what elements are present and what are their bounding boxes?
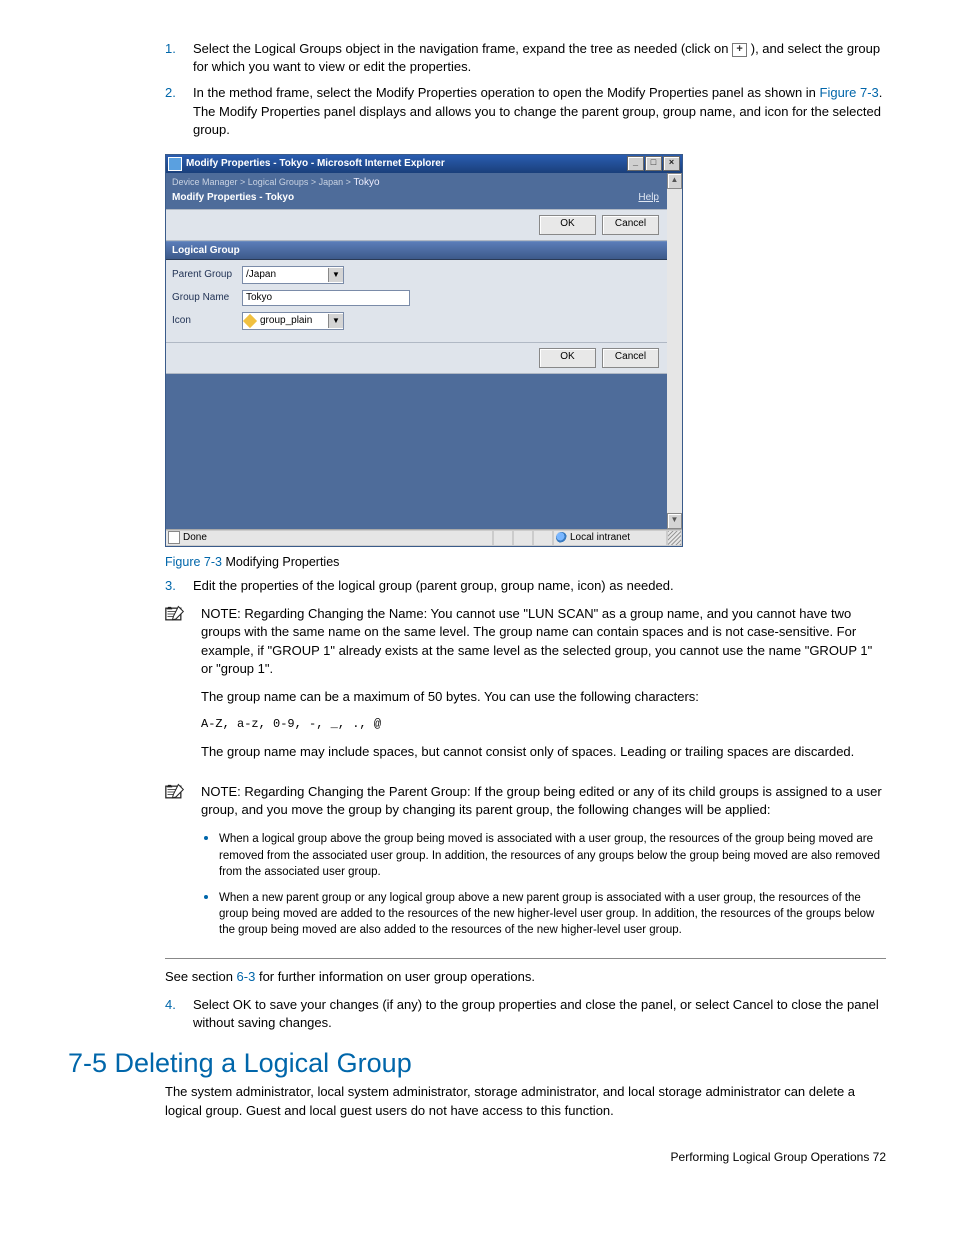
cancel-button[interactable]: Cancel — [602, 215, 659, 235]
step-number: 3. — [165, 577, 176, 595]
window-titlebar: Modify Properties - Tokyo - Microsoft In… — [166, 155, 682, 173]
figure-number: Figure 7-3 — [165, 555, 222, 569]
figure-link[interactable]: Figure 7-3 — [820, 85, 879, 100]
scroll-up-icon[interactable]: ▲ — [667, 173, 682, 189]
note-block: NOTE: Regarding Changing the Name: You c… — [165, 605, 886, 771]
chevron-down-icon: ▼ — [328, 314, 343, 328]
ok-button[interactable]: OK — [539, 215, 596, 235]
document-icon — [168, 531, 180, 544]
step-text: Select the Logical Groups object in the … — [193, 41, 732, 56]
vertical-scrollbar[interactable]: ▲ ▼ — [667, 173, 682, 529]
scroll-down-icon[interactable]: ▼ — [667, 513, 682, 529]
zone-icon — [556, 532, 567, 543]
select-value: group_plain — [257, 315, 328, 326]
group-name-label: Group Name — [172, 292, 242, 303]
note-icon — [165, 605, 187, 771]
icon-row: Icon group_plain ▼ — [172, 312, 661, 330]
screenshot-figure: Modify Properties - Tokyo - Microsoft In… — [165, 154, 886, 547]
browser-window: Modify Properties - Tokyo - Microsoft In… — [165, 154, 683, 547]
divider — [165, 958, 886, 959]
step-3: 3. Edit the properties of the logical gr… — [193, 577, 886, 595]
breadcrumb-current: Tokyo — [353, 177, 379, 188]
section-header: Logical Group — [166, 241, 667, 260]
section-heading: 7-5 Deleting a Logical Group — [68, 1048, 886, 1079]
note-text: The group name may include spaces, but c… — [201, 743, 886, 761]
maximize-button[interactable]: □ — [645, 156, 662, 171]
group-icon-preview — [243, 314, 257, 328]
figure-caption: Figure 7-3 Modifying Properties — [165, 555, 886, 569]
chevron-down-icon: ▼ — [328, 268, 343, 282]
figure-title: Modifying Properties — [222, 555, 339, 569]
step-text: Select OK to save your changes (if any) … — [193, 997, 879, 1030]
help-link[interactable]: Help — [638, 192, 659, 203]
panel-title: Modify Properties - Tokyo — [172, 192, 294, 203]
cancel-button[interactable]: Cancel — [602, 348, 659, 368]
parent-group-row: Parent Group /Japan ▼ — [172, 266, 661, 284]
status-zone: Local intranet — [570, 532, 630, 543]
window-title: Modify Properties - Tokyo - Microsoft In… — [186, 158, 626, 169]
breadcrumb-item[interactable]: Japan — [319, 177, 344, 187]
step-4: 4. Select OK to save your changes (if an… — [193, 996, 886, 1032]
note-prefix: NOTE: — [201, 784, 241, 799]
step-1: 1. Select the Logical Groups object in t… — [193, 40, 886, 76]
note-block: NOTE: Regarding Changing the Parent Grou… — [165, 783, 886, 946]
expand-icon: + — [732, 43, 747, 57]
note-text: The group name can be a maximum of 50 by… — [201, 688, 886, 706]
resize-grip-icon[interactable] — [667, 530, 682, 546]
step-number: 4. — [165, 996, 176, 1014]
section-intro: The system administrator, local system a… — [165, 1083, 886, 1119]
minimize-button[interactable]: _ — [627, 156, 644, 171]
step-number: 2. — [165, 84, 176, 102]
group-name-row: Group Name Tokyo — [172, 290, 661, 306]
step-number: 1. — [165, 40, 176, 58]
icon-label: Icon — [172, 315, 242, 326]
breadcrumb-item[interactable]: Logical Groups — [248, 177, 309, 187]
section-link[interactable]: 6-3 — [237, 969, 256, 984]
breadcrumb: Device Manager > Logical Groups > Japan … — [166, 173, 667, 190]
step-text: Edit the properties of the logical group… — [193, 578, 674, 593]
page-footer: Performing Logical Group Operations 72 — [68, 1150, 886, 1164]
parent-group-label: Parent Group — [172, 269, 242, 280]
icon-select[interactable]: group_plain ▼ — [242, 312, 344, 330]
list-item: When a new parent group or any logical g… — [219, 888, 886, 938]
note-icon — [165, 783, 187, 946]
status-bar: Done Local intranet — [166, 529, 682, 546]
step-text: In the method frame, select the Modify P… — [193, 85, 820, 100]
status-text: Done — [183, 532, 207, 543]
group-name-input[interactable]: Tokyo — [242, 290, 410, 306]
close-button[interactable]: × — [663, 156, 680, 171]
note-text: Regarding Changing the Parent Group: If … — [201, 784, 882, 817]
cross-reference: See section 6-3 for further information … — [165, 969, 886, 984]
ie-app-icon — [168, 157, 182, 171]
ok-button[interactable]: OK — [539, 348, 596, 368]
text: See section — [165, 969, 237, 984]
step-2: 2. In the method frame, select the Modif… — [193, 84, 886, 139]
breadcrumb-item[interactable]: Device Manager — [172, 177, 238, 187]
allowed-chars: A-Z, a-z, 0-9, -, _, ., @ — [201, 716, 886, 733]
parent-group-select[interactable]: /Japan ▼ — [242, 266, 344, 284]
list-item: When a logical group above the group bei… — [219, 829, 886, 879]
note-prefix: NOTE: — [201, 606, 241, 621]
note-text: Regarding Changing the Name: You cannot … — [201, 606, 872, 676]
select-value: /Japan — [243, 269, 328, 280]
text: for further information on user group op… — [255, 969, 535, 984]
